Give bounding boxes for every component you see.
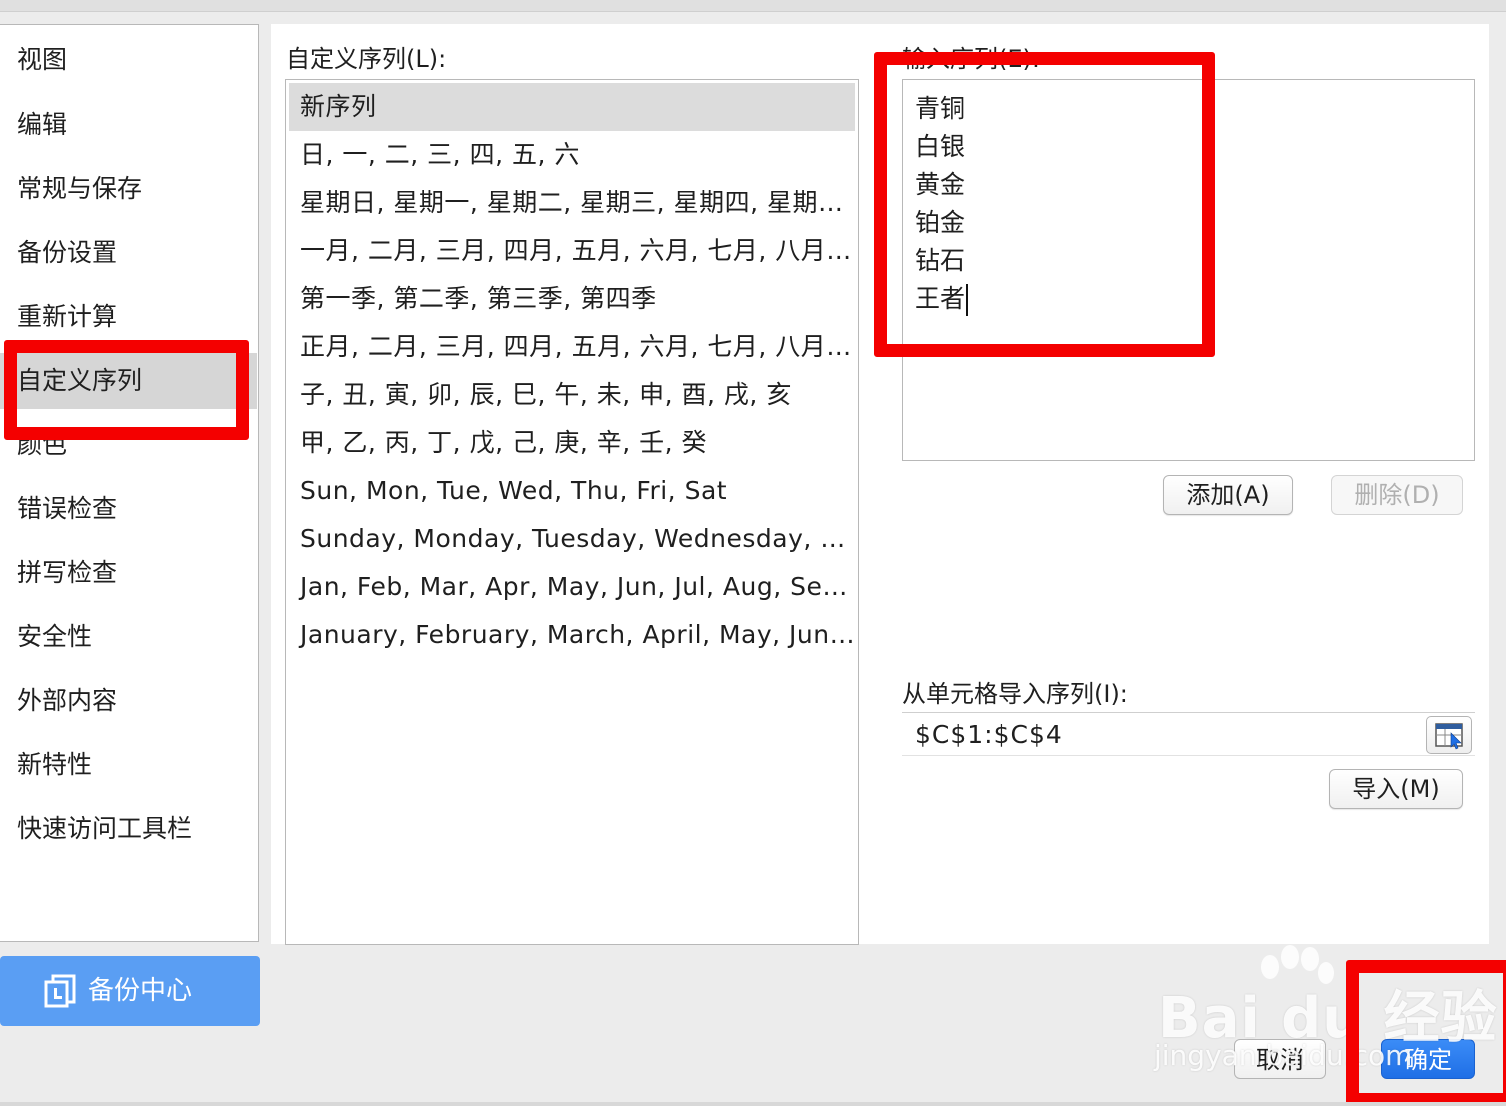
- sidebar-item-view[interactable]: 视图: [0, 32, 257, 88]
- list-item[interactable]: 甲, 乙, 丙, 丁, 戊, 己, 庚, 辛, 壬, 癸: [289, 419, 855, 467]
- sidebar-item-quick-access-toolbar[interactable]: 快速访问工具栏: [0, 801, 257, 857]
- custom-lists-label: 自定义序列(L):: [286, 45, 447, 73]
- annotation-box-sidebar: [4, 340, 249, 440]
- list-item[interactable]: 子, 丑, 寅, 卯, 辰, 巳, 午, 未, 申, 酉, 戌, 亥: [289, 371, 855, 419]
- sidebar-item-recalculate[interactable]: 重新计算: [0, 289, 257, 345]
- window-bottom-edge: [0, 1102, 1506, 1106]
- sidebar-item-security[interactable]: 安全性: [0, 609, 257, 665]
- sidebar-item-general-save[interactable]: 常规与保存: [0, 161, 257, 217]
- list-item[interactable]: Jan, Feb, Mar, Apr, May, Jun, Jul, Aug, …: [289, 563, 855, 611]
- range-select-icon: [1435, 723, 1463, 750]
- backup-center-button[interactable]: 备份中心: [0, 956, 260, 1026]
- sidebar-item-error-check[interactable]: 错误检查: [0, 481, 257, 537]
- sidebar-item-backup-settings[interactable]: 备份设置: [0, 225, 257, 281]
- backup-icon: [44, 974, 76, 1008]
- list-item[interactable]: 正月, 二月, 三月, 四月, 五月, 六月, 七月, 八月, 九月, 十月, …: [289, 323, 855, 371]
- backup-center-label: 备份中心: [88, 976, 193, 1006]
- list-item[interactable]: 星期日, 星期一, 星期二, 星期三, 星期四, 星期五, 星期六: [289, 179, 855, 227]
- delete-button[interactable]: 删除(D): [1331, 475, 1463, 515]
- import-button[interactable]: 导入(M): [1329, 769, 1463, 809]
- list-item[interactable]: January, February, March, April, May, Ju…: [289, 611, 855, 659]
- settings-sidebar: 视图 编辑 常规与保存 备份设置 重新计算 自定义序列 颜色 错误检查 拼写检查…: [0, 24, 259, 942]
- list-item[interactable]: 日, 一, 二, 三, 四, 五, 六: [289, 131, 855, 179]
- sidebar-item-spell-check[interactable]: 拼写检查: [0, 545, 257, 601]
- import-range-input[interactable]: $C$1:$C$4: [902, 712, 1475, 756]
- add-button[interactable]: 添加(A): [1163, 475, 1293, 515]
- list-item[interactable]: 第一季, 第二季, 第三季, 第四季: [289, 275, 855, 323]
- list-item[interactable]: 新序列: [289, 83, 855, 131]
- cancel-button[interactable]: 取消: [1234, 1039, 1326, 1079]
- list-item[interactable]: Sunday, Monday, Tuesday, Wednesday, Thur…: [289, 515, 855, 563]
- annotation-box-ok: [1346, 960, 1506, 1106]
- paw-logo-icon: [1261, 945, 1334, 984]
- sidebar-item-new-features[interactable]: 新特性: [0, 737, 257, 793]
- annotation-box-entries: [874, 52, 1215, 357]
- range-select-button[interactable]: [1426, 716, 1472, 754]
- list-item[interactable]: Sun, Mon, Tue, Wed, Thu, Fri, Sat: [289, 467, 855, 515]
- import-from-cells-label: 从单元格导入序列(I):: [902, 680, 1128, 708]
- custom-lists-listbox[interactable]: 新序列 日, 一, 二, 三, 四, 五, 六 星期日, 星期一, 星期二, 星…: [285, 79, 859, 945]
- list-item[interactable]: 一月, 二月, 三月, 四月, 五月, 六月, 七月, 八月, 九月, 十月, …: [289, 227, 855, 275]
- sidebar-item-edit[interactable]: 编辑: [0, 97, 257, 153]
- window-titlebar: [0, 0, 1506, 12]
- sidebar-item-external-content[interactable]: 外部内容: [0, 673, 257, 729]
